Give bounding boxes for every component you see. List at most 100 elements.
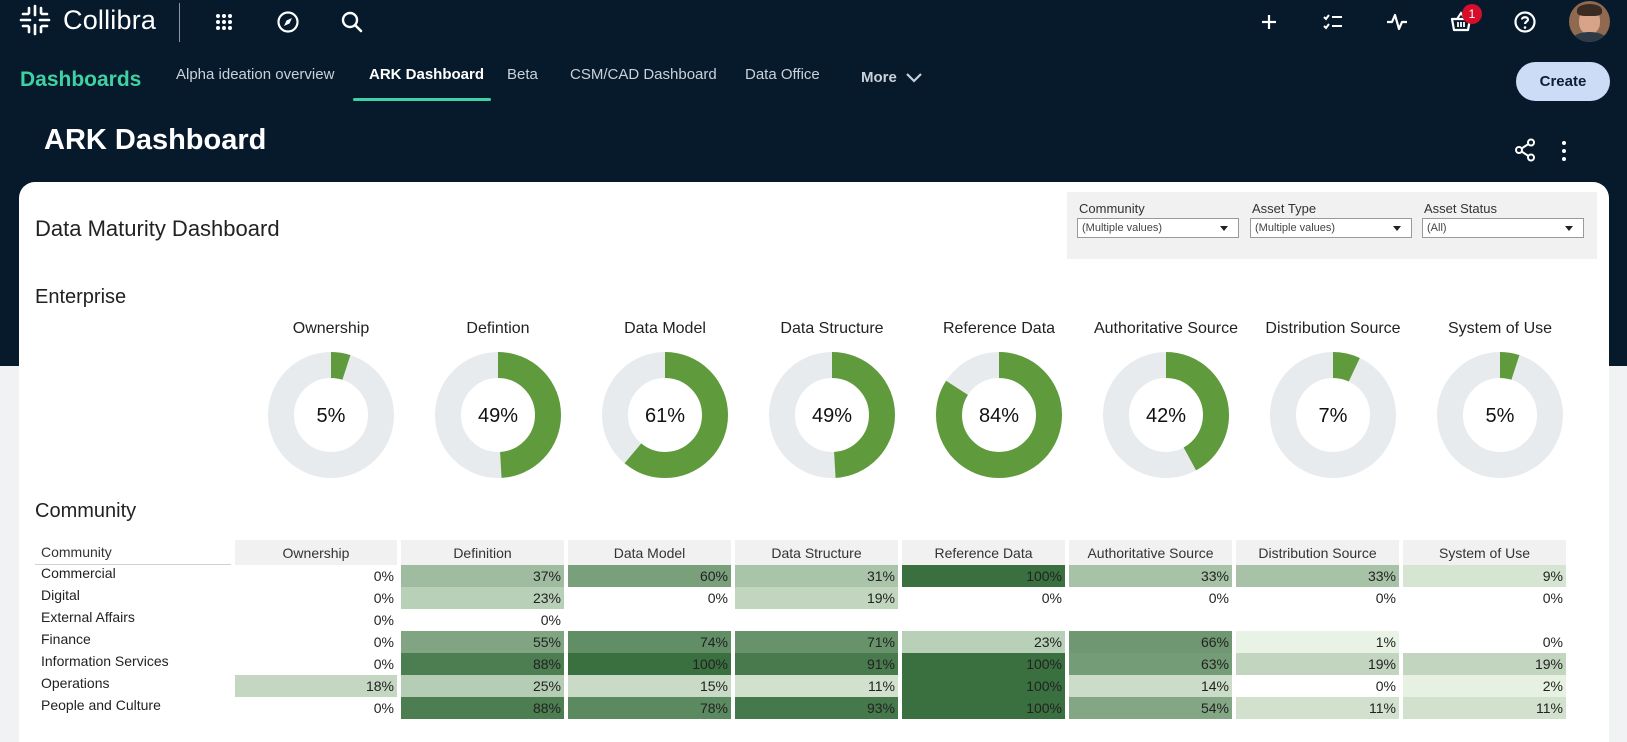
- help-icon[interactable]: [1512, 9, 1538, 35]
- table-row: People and Culture 0% 88% 78% 93% 100% 54% 11% 1…: [35, 697, 1566, 719]
- asset-type-select[interactable]: (Multiple values): [1250, 218, 1412, 238]
- table-cell: 0%: [231, 631, 397, 653]
- donut-data-model[interactable]: Data Model 61%: [581, 320, 749, 490]
- tab-data-office[interactable]: Data Office: [745, 66, 820, 83]
- table-row: External Affairs 0% 0%: [35, 609, 1566, 631]
- donut-authoritative-source[interactable]: Authoritative Source 42%: [1082, 320, 1250, 490]
- table-cell: 23%: [898, 631, 1065, 653]
- table-cell: [1232, 609, 1399, 631]
- table-row: Digital 0% 23% 0% 19% 0% 0% 0% 0%: [35, 587, 1566, 609]
- table-cell: 11%: [731, 675, 898, 697]
- dashboards-title[interactable]: Dashboards: [20, 68, 141, 92]
- table-cell: 100%: [898, 653, 1065, 675]
- add-icon[interactable]: [1256, 9, 1282, 35]
- donut-chart: 49%: [435, 352, 561, 478]
- tab-alpha-ideation-overview[interactable]: Alpha ideation overview: [176, 66, 334, 83]
- community-name: Finance: [41, 631, 91, 647]
- donut-chart: 42%: [1103, 352, 1229, 478]
- column-header: Reference Data: [898, 540, 1065, 565]
- table-cell: 0%: [1232, 587, 1399, 609]
- community-name: Commercial: [41, 565, 116, 581]
- donut-label: Ownership: [292, 320, 370, 337]
- tasks-icon[interactable]: [1320, 9, 1346, 35]
- asset-status-select[interactable]: (All): [1422, 218, 1584, 238]
- table-cell: 0%: [231, 697, 397, 719]
- table-cell: 11%: [1232, 697, 1399, 719]
- table-cell: 100%: [898, 697, 1065, 719]
- table-cell: 63%: [1065, 653, 1232, 675]
- community-name: Digital: [41, 587, 80, 603]
- more-options-icon[interactable]: [1560, 140, 1568, 162]
- dropdown-caret-icon: [1565, 226, 1573, 231]
- table-cell: 100%: [898, 675, 1065, 697]
- share-icon[interactable]: [1514, 138, 1536, 162]
- donut-value-label: 49%: [478, 405, 518, 427]
- more-label: More: [861, 69, 897, 86]
- collibra-logo-icon: [19, 4, 51, 36]
- search-icon[interactable]: [339, 9, 365, 35]
- donut-chart: 49%: [769, 352, 895, 478]
- table-cell: 0%: [231, 587, 397, 609]
- donut-label: Distribution Source: [1265, 320, 1401, 337]
- dropdown-caret-icon: [1220, 226, 1228, 231]
- compass-icon[interactable]: [275, 9, 301, 35]
- tab-beta[interactable]: Beta: [507, 66, 538, 83]
- community-section-title: Community: [35, 500, 137, 522]
- table-cell: 1%: [1232, 631, 1399, 653]
- table-cell: 93%: [731, 697, 898, 719]
- dashboard-nav: Dashboards Alpha ideation overview ARK D…: [0, 52, 1627, 102]
- donut-system-of-use[interactable]: System of Use 5%: [1416, 320, 1584, 490]
- table-cell: 25%: [397, 675, 564, 697]
- donut-data-structure[interactable]: Data Structure 49%: [748, 320, 916, 490]
- table-cell: 0%: [564, 587, 731, 609]
- donut-chart: 5%: [1437, 352, 1563, 478]
- page-title: ARK Dashboard: [44, 124, 267, 156]
- apps-grid-icon[interactable]: [211, 9, 237, 35]
- table-cell: 11%: [1399, 697, 1566, 719]
- table-row: Operations 18% 25% 15% 11% 100% 14% 0% 2%: [35, 675, 1566, 697]
- donut-chart: 84%: [936, 352, 1062, 478]
- donut-label: Reference Data: [942, 320, 1056, 337]
- table-cell: 0%: [231, 609, 397, 631]
- top-bar: Collibra 1: [0, 0, 1627, 44]
- more-tabs-menu[interactable]: More: [861, 69, 923, 86]
- table-cell: 78%: [564, 697, 731, 719]
- table-cell: 37%: [397, 565, 564, 587]
- table-cell: 60%: [564, 565, 731, 587]
- filter-asset-type: Asset Type (Multiple values): [1250, 201, 1412, 238]
- donut-chart: 7%: [1270, 352, 1396, 478]
- table-cell: 23%: [397, 587, 564, 609]
- table-cell: 71%: [731, 631, 898, 653]
- donut-label: System of Use: [1447, 320, 1553, 337]
- tab-ark-dashboard[interactable]: ARK Dashboard: [369, 66, 484, 83]
- table-cell: 88%: [397, 697, 564, 719]
- tab-csm-cad-dashboard[interactable]: CSM/CAD Dashboard: [570, 66, 717, 83]
- donut-label: Data Structure: [780, 320, 884, 337]
- header-divider: [179, 3, 180, 42]
- community-select[interactable]: (Multiple values): [1077, 218, 1239, 238]
- table-cell: 0%: [898, 587, 1065, 609]
- active-tab-indicator: [353, 98, 491, 101]
- donut-defintion[interactable]: Defintion 49%: [414, 320, 582, 490]
- donut-ownership[interactable]: Ownership 5%: [247, 320, 415, 490]
- table-cell: 31%: [731, 565, 898, 587]
- table-cell: 100%: [564, 653, 731, 675]
- table-cell: 55%: [397, 631, 564, 653]
- user-avatar[interactable]: [1569, 1, 1610, 42]
- app-name: Collibra: [63, 4, 157, 35]
- table-cell: 19%: [731, 587, 898, 609]
- filter-asset-status: Asset Status (All): [1422, 201, 1584, 238]
- app-logo[interactable]: Collibra: [19, 4, 156, 36]
- table-cell: 0%: [231, 565, 397, 587]
- create-button[interactable]: Create: [1516, 62, 1610, 101]
- table-cell: 9%: [1399, 565, 1566, 587]
- donut-distribution-source[interactable]: Distribution Source 7%: [1249, 320, 1417, 490]
- table-cell: 19%: [1399, 653, 1566, 675]
- dashboard-title: Data Maturity Dashboard: [35, 216, 280, 241]
- table-row: Finance 0% 55% 74% 71% 23% 66% 1% 0%: [35, 631, 1566, 653]
- activity-icon[interactable]: [1384, 9, 1410, 35]
- donut-reference-data[interactable]: Reference Data 84%: [915, 320, 1083, 490]
- community-name: Information Services: [41, 653, 169, 669]
- table-cell: 66%: [1065, 631, 1232, 653]
- dashboard-card: Data Maturity Dashboard Community (Multi…: [19, 182, 1609, 742]
